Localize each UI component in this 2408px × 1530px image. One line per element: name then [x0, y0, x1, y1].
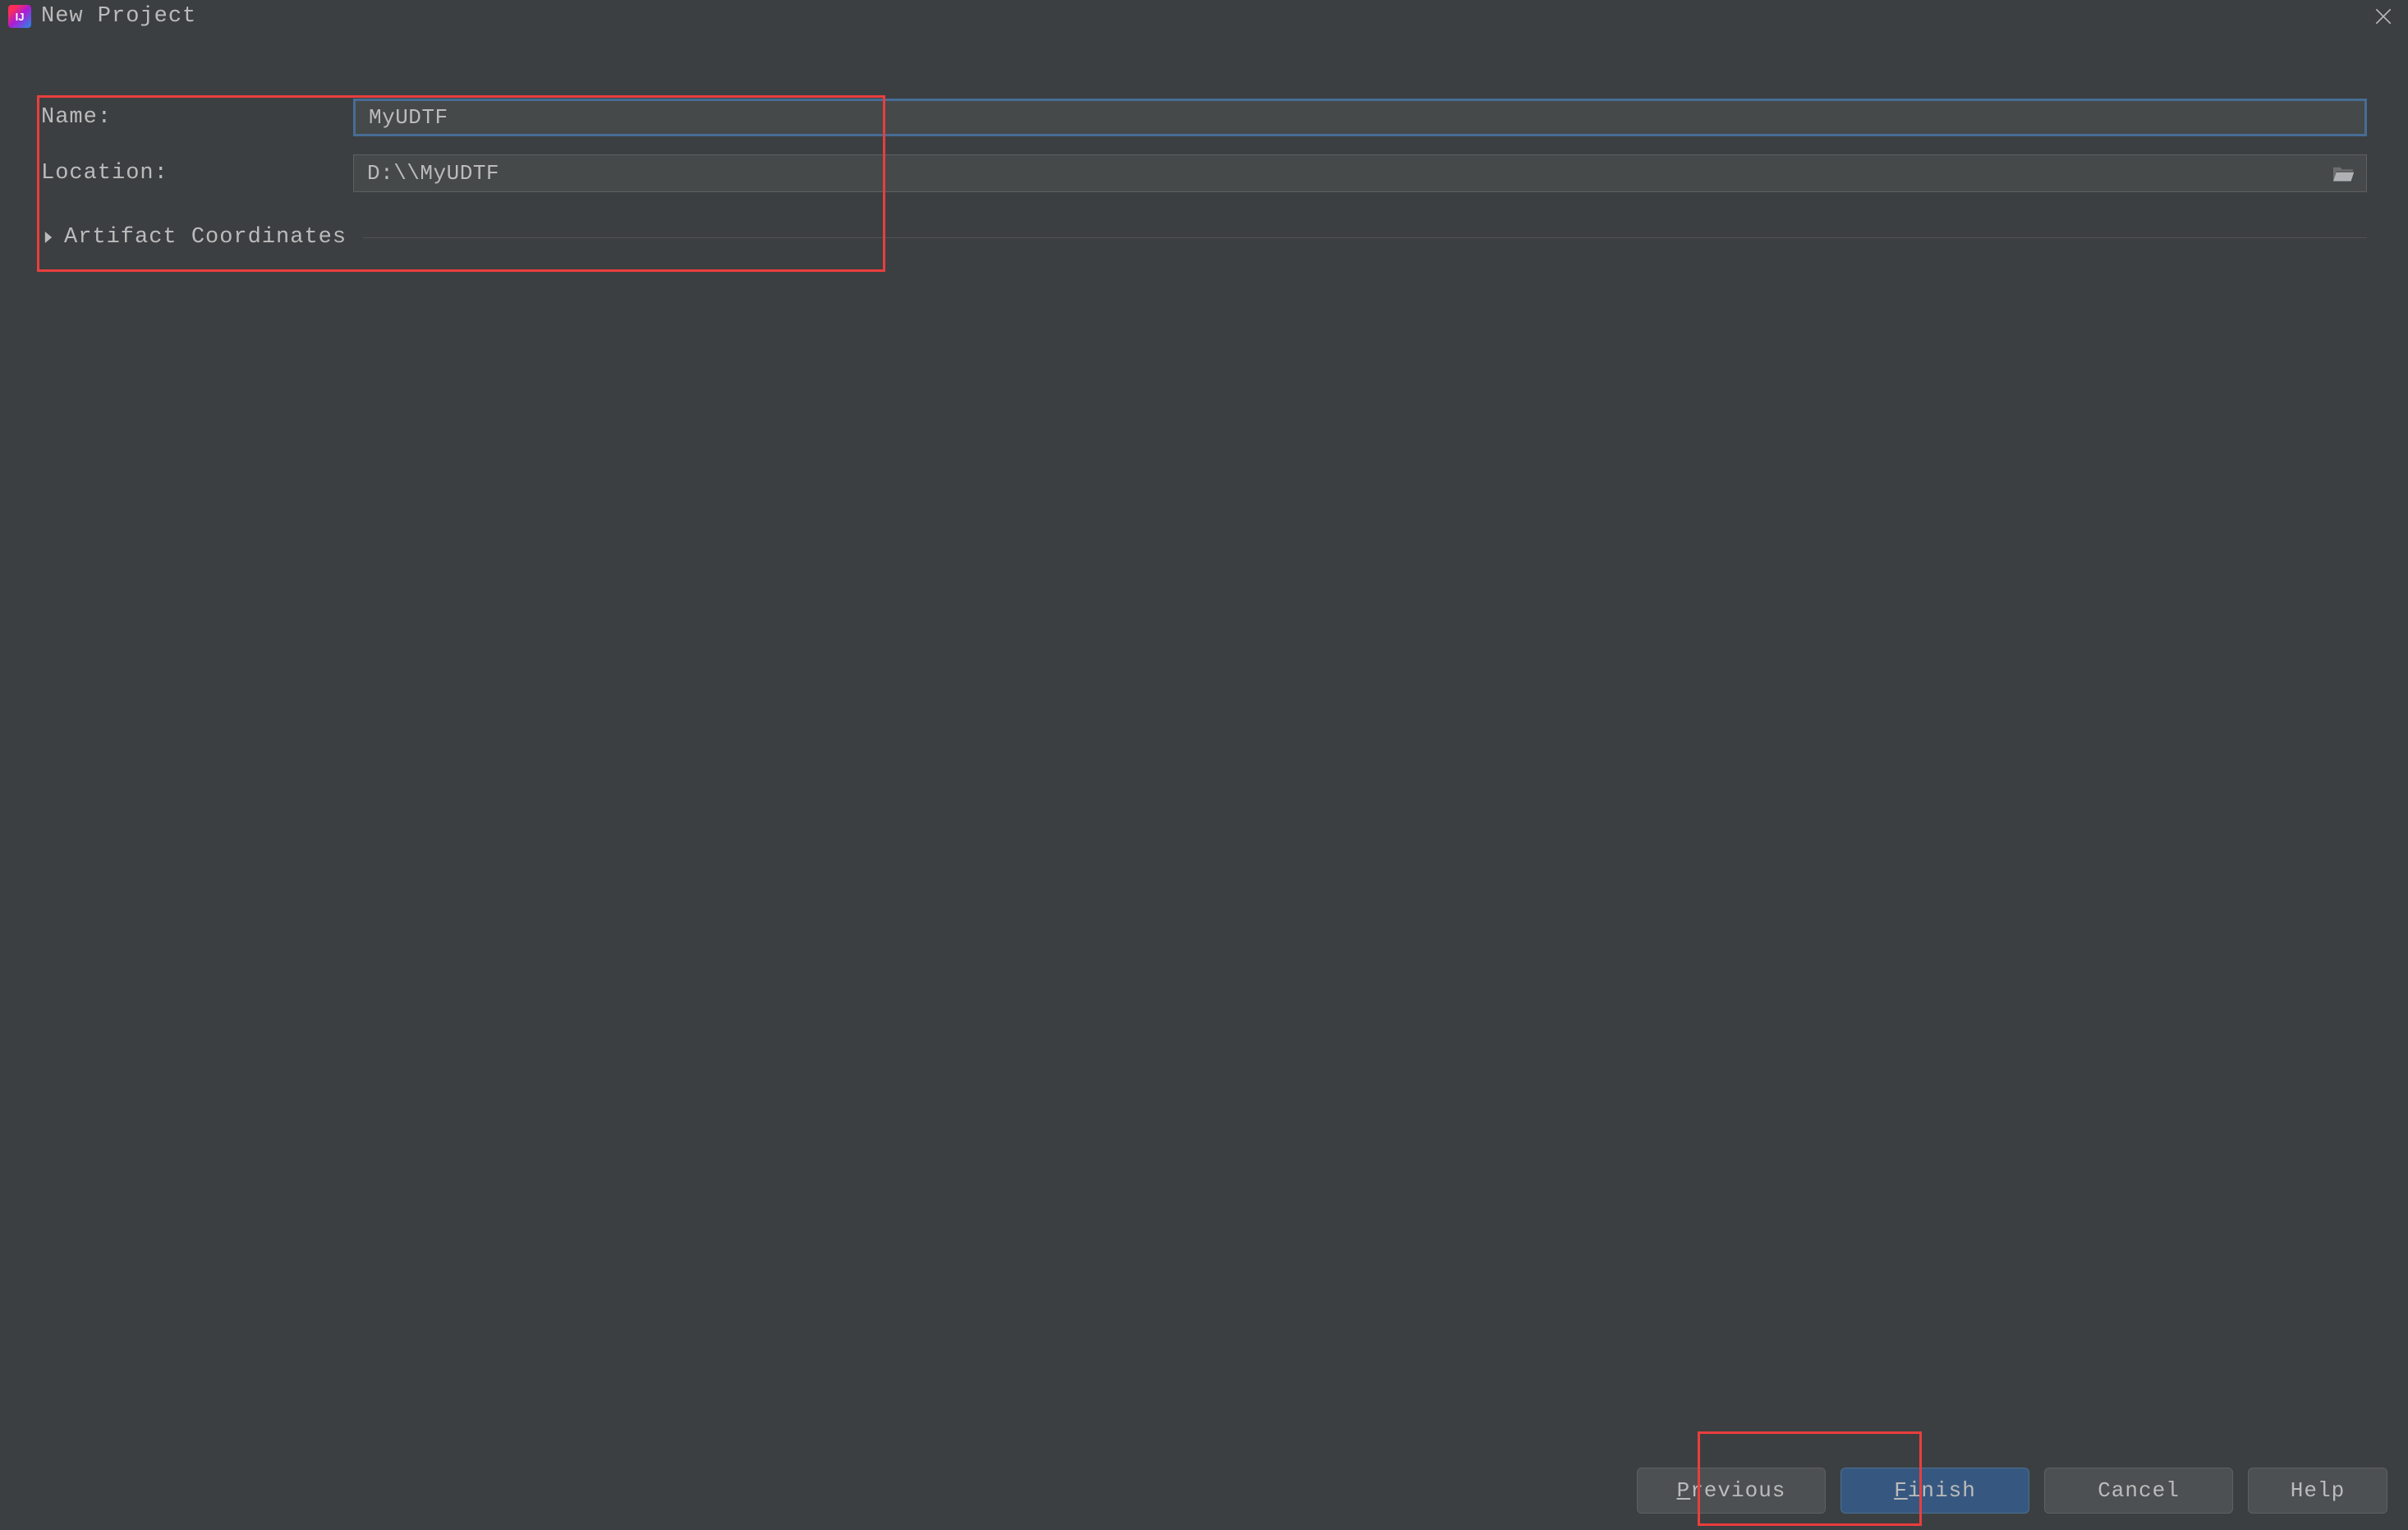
location-input[interactable]	[353, 154, 2367, 192]
finish-label: inish	[1908, 1478, 1976, 1503]
location-input-wrapper	[353, 154, 2367, 192]
title-bar-left: IJ New Project	[8, 4, 196, 29]
close-icon	[2373, 6, 2394, 27]
dialog-title: New Project	[41, 4, 196, 29]
name-row: Name:	[41, 99, 2367, 136]
name-label: Name:	[41, 105, 353, 130]
expand-arrow-icon	[41, 230, 56, 245]
finish-button[interactable]: Finish	[1840, 1468, 2029, 1514]
new-project-dialog: IJ New Project Name: Location:	[0, 0, 2408, 1530]
close-button[interactable]	[2367, 0, 2400, 33]
help-button[interactable]: Help	[2248, 1468, 2387, 1514]
artifact-coordinates-label: Artifact Coordinates	[64, 225, 347, 250]
previous-button[interactable]: Previous	[1637, 1468, 1826, 1514]
browse-folder-button[interactable]	[2331, 163, 2355, 183]
artifact-coordinates-section[interactable]: Artifact Coordinates	[41, 225, 2367, 250]
button-bar: Previous Finish Cancel Help	[1637, 1468, 2387, 1514]
cancel-label: Cancel	[2098, 1478, 2180, 1503]
title-bar: IJ New Project	[0, 0, 2408, 33]
section-divider	[363, 237, 2367, 238]
name-input[interactable]	[353, 99, 2367, 136]
previous-label: revious	[1690, 1478, 1785, 1503]
location-row: Location:	[41, 154, 2367, 192]
cancel-button[interactable]: Cancel	[2044, 1468, 2233, 1514]
location-label: Location:	[41, 161, 353, 186]
previous-mnemonic: P	[1677, 1478, 1691, 1503]
intellij-icon: IJ	[8, 5, 31, 28]
dialog-content: Name: Location: Artifac	[0, 33, 2408, 1530]
finish-mnemonic: F	[1894, 1478, 1908, 1503]
help-label: Help	[2291, 1478, 2345, 1503]
folder-open-icon	[2331, 163, 2355, 183]
name-input-wrapper	[353, 99, 2367, 136]
